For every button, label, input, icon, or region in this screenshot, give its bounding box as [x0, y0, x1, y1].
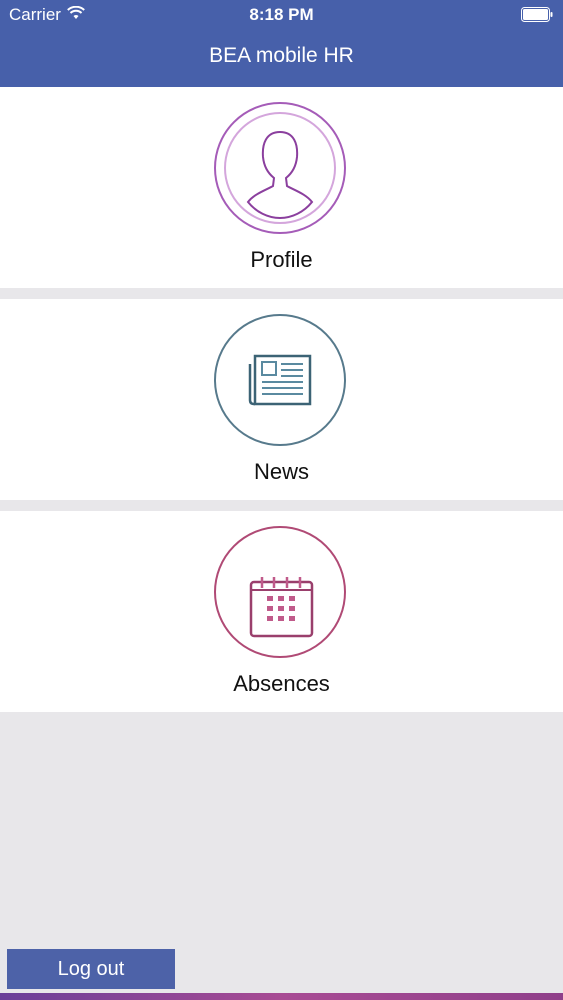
menu-label-absences: Absences: [233, 671, 330, 696]
calendar-icon: [214, 526, 346, 658]
newspaper-icon: [214, 314, 346, 446]
menu-item-profile[interactable]: Profile: [0, 87, 563, 288]
app-title: BEA mobile HR: [209, 44, 354, 67]
status-bar: Carrier 8:18 PM: [0, 0, 563, 30]
person-icon: [214, 102, 346, 234]
battery-icon: [521, 7, 553, 22]
menu-item-news[interactable]: News: [0, 299, 563, 500]
profile-icon-circle[interactable]: [214, 102, 346, 234]
news-icon-circle[interactable]: [214, 314, 346, 446]
menu-item-absences[interactable]: Absences: [0, 511, 563, 712]
status-time: 8:18 PM: [249, 5, 314, 24]
app-header: Carrier 8:18 PM BEA mobile HR: [0, 0, 563, 87]
menu-label-profile: Profile: [250, 247, 313, 272]
absences-icon-circle[interactable]: [214, 526, 346, 658]
logout-button[interactable]: Log out: [7, 949, 175, 989]
bottom-accent-bar: [0, 993, 563, 1000]
menu-label-news: News: [253, 459, 309, 484]
